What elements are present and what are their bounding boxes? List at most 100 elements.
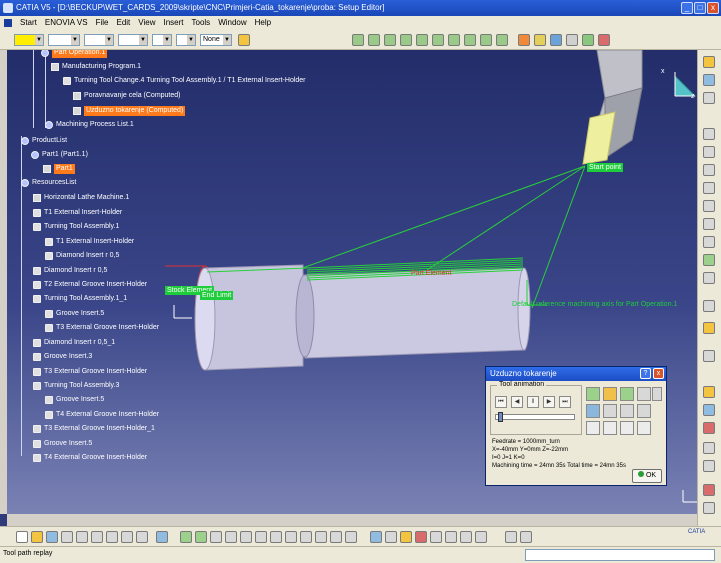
machining-process-icon[interactable] bbox=[384, 34, 396, 46]
redo-icon[interactable] bbox=[136, 531, 148, 543]
clash-check-icon[interactable] bbox=[598, 34, 610, 46]
machining-axis-label[interactable]: Default reference machining axis for Par… bbox=[512, 301, 677, 308]
tree-resource-item[interactable]: Diamond Insert r 0,5_1 bbox=[33, 338, 115, 348]
tree-resource-item[interactable]: Groove Insert.3 bbox=[33, 352, 92, 362]
fast-forward-button[interactable]: ⏭ bbox=[559, 396, 571, 408]
tool-query-icon[interactable] bbox=[703, 350, 715, 362]
menu-enovia[interactable]: ENOVIA VS bbox=[45, 16, 88, 30]
knowledge-icon[interactable] bbox=[415, 531, 427, 543]
machining-axis-system-icon[interactable] bbox=[703, 300, 715, 312]
menu-insert[interactable]: Insert bbox=[163, 16, 183, 30]
tree-resource-item[interactable]: T4 External Groove Insert-Holder bbox=[33, 453, 147, 463]
point-type-select[interactable]: ▼ bbox=[152, 34, 172, 46]
menu-tools[interactable]: Tools bbox=[192, 16, 211, 30]
tree-uzduzno[interactable]: Uzduzno tokarenje (Computed) bbox=[73, 106, 186, 116]
recessing-icon[interactable] bbox=[703, 164, 715, 176]
painter-icon[interactable] bbox=[238, 34, 250, 46]
save-icon[interactable] bbox=[46, 531, 58, 543]
machining-feature-icon[interactable] bbox=[703, 386, 715, 398]
tree-tool-change[interactable]: Turning Tool Change.4 Turning Tool Assem… bbox=[63, 76, 306, 86]
ramp-rough-icon[interactable] bbox=[703, 254, 715, 266]
zoom-out-icon[interactable] bbox=[255, 531, 267, 543]
snap-icon[interactable] bbox=[703, 502, 715, 514]
layer-select[interactable]: None ▼ bbox=[200, 34, 232, 46]
apply-material-icon[interactable] bbox=[400, 531, 412, 543]
cut-icon[interactable] bbox=[76, 531, 88, 543]
start-point-label[interactable]: Start point bbox=[587, 163, 623, 172]
viewport-left-scrollbar[interactable] bbox=[0, 50, 7, 514]
color-select[interactable]: ▼ bbox=[14, 34, 44, 46]
menu-help[interactable]: Help bbox=[255, 16, 271, 30]
design-part-icon[interactable] bbox=[703, 74, 715, 86]
tree-resource-item[interactable]: T2 External Groove Insert-Holder bbox=[33, 280, 147, 290]
photo-mode-icon[interactable] bbox=[603, 421, 617, 435]
collision-check-icon[interactable] bbox=[637, 421, 651, 435]
manufacturing-program-icon[interactable] bbox=[368, 34, 380, 46]
part-element-label[interactable]: Part Element bbox=[411, 270, 451, 277]
environment-icon[interactable] bbox=[475, 531, 487, 543]
line-type-select[interactable]: ▼ bbox=[118, 34, 148, 46]
whats-this-icon[interactable] bbox=[156, 531, 168, 543]
tree-resource-item[interactable]: Turning Tool Assembly.1_1 bbox=[33, 294, 127, 304]
animation-slider[interactable] bbox=[495, 412, 575, 422]
tree-resource-item[interactable]: Groove Insert.5 bbox=[45, 309, 104, 319]
pp-instruction-icon[interactable] bbox=[464, 34, 476, 46]
table-icon[interactable] bbox=[505, 531, 517, 543]
tree-part-operation[interactable]: Part Operation.1 bbox=[41, 50, 108, 58]
menu-window[interactable]: Window bbox=[218, 16, 246, 30]
rotate-view-icon[interactable] bbox=[225, 531, 237, 543]
nc-code-icon[interactable] bbox=[703, 442, 715, 454]
tree-part1[interactable]: Part1 bbox=[43, 164, 75, 174]
ok-button[interactable]: OK bbox=[632, 469, 662, 483]
minimize-button[interactable]: _ bbox=[681, 2, 693, 14]
menu-start[interactable]: Start bbox=[20, 16, 37, 30]
tree-resource-item[interactable]: Diamond Insert r 0,5 bbox=[45, 251, 119, 261]
dialog-close-button[interactable]: x bbox=[653, 368, 664, 379]
nc-output-icon[interactable] bbox=[534, 34, 546, 46]
rotate-icon[interactable] bbox=[703, 92, 715, 104]
machining-axis-icon[interactable] bbox=[432, 34, 444, 46]
new-document-icon[interactable] bbox=[16, 531, 28, 543]
stock-icon[interactable] bbox=[703, 56, 715, 68]
drilling-icon[interactable] bbox=[703, 272, 715, 284]
rendering-select[interactable]: ▼ bbox=[176, 34, 196, 46]
menu-view[interactable]: View bbox=[138, 16, 155, 30]
tree-resource-item[interactable]: Turning Tool Assembly.3 bbox=[33, 381, 119, 391]
shop-documentation-icon[interactable] bbox=[566, 34, 578, 46]
video-mode-icon[interactable] bbox=[586, 421, 600, 435]
roughing-icon[interactable] bbox=[703, 128, 715, 140]
groove-finish-icon[interactable] bbox=[703, 200, 715, 212]
print-icon[interactable] bbox=[61, 531, 73, 543]
texture-icon[interactable] bbox=[460, 531, 472, 543]
copy-icon[interactable] bbox=[91, 531, 103, 543]
line-thickness-select[interactable]: ▼ bbox=[84, 34, 114, 46]
grooving-icon[interactable] bbox=[703, 146, 715, 158]
point-info-icon[interactable] bbox=[620, 404, 634, 418]
fly-mode-icon[interactable] bbox=[180, 531, 192, 543]
rewind-button[interactable]: ⏮ bbox=[495, 396, 507, 408]
paste-icon[interactable] bbox=[106, 531, 118, 543]
viewport-bottom-scrollbar[interactable] bbox=[7, 514, 697, 526]
tool-display-icon[interactable] bbox=[586, 404, 600, 418]
menu-file[interactable]: File bbox=[96, 16, 109, 30]
auxiliary-operation-icon[interactable] bbox=[703, 322, 715, 334]
zoom-in-icon[interactable] bbox=[240, 531, 252, 543]
tree-resource-item[interactable]: Diamond Insert r 0,5 bbox=[33, 266, 107, 276]
geometry-icon[interactable] bbox=[703, 404, 715, 416]
tool-change-icon[interactable] bbox=[400, 34, 412, 46]
tree-product-list[interactable]: ProductList bbox=[21, 136, 67, 146]
compass-icon[interactable] bbox=[703, 484, 715, 496]
tree-resource-item[interactable]: Turning Tool Assembly.1 bbox=[33, 222, 119, 232]
slider-thumb[interactable] bbox=[498, 412, 503, 422]
tree-resource-item[interactable]: T3 External Groove Insert-Holder bbox=[33, 367, 147, 377]
copy-transformation-icon[interactable] bbox=[448, 34, 460, 46]
catalog-icon[interactable] bbox=[385, 531, 397, 543]
analysis-icon[interactable] bbox=[620, 421, 634, 435]
pan-icon[interactable] bbox=[210, 531, 222, 543]
tree-resource-item[interactable]: T3 External Groove Insert-Holder_1 bbox=[33, 424, 155, 434]
tree-resource-item[interactable]: T1 External Insert-Holder bbox=[45, 237, 134, 247]
restore-button[interactable]: □ bbox=[694, 2, 706, 14]
tree-part1-root[interactable]: Part1 (Part1.1) bbox=[31, 150, 88, 160]
undo-icon[interactable] bbox=[121, 531, 133, 543]
command-input[interactable] bbox=[525, 549, 715, 561]
